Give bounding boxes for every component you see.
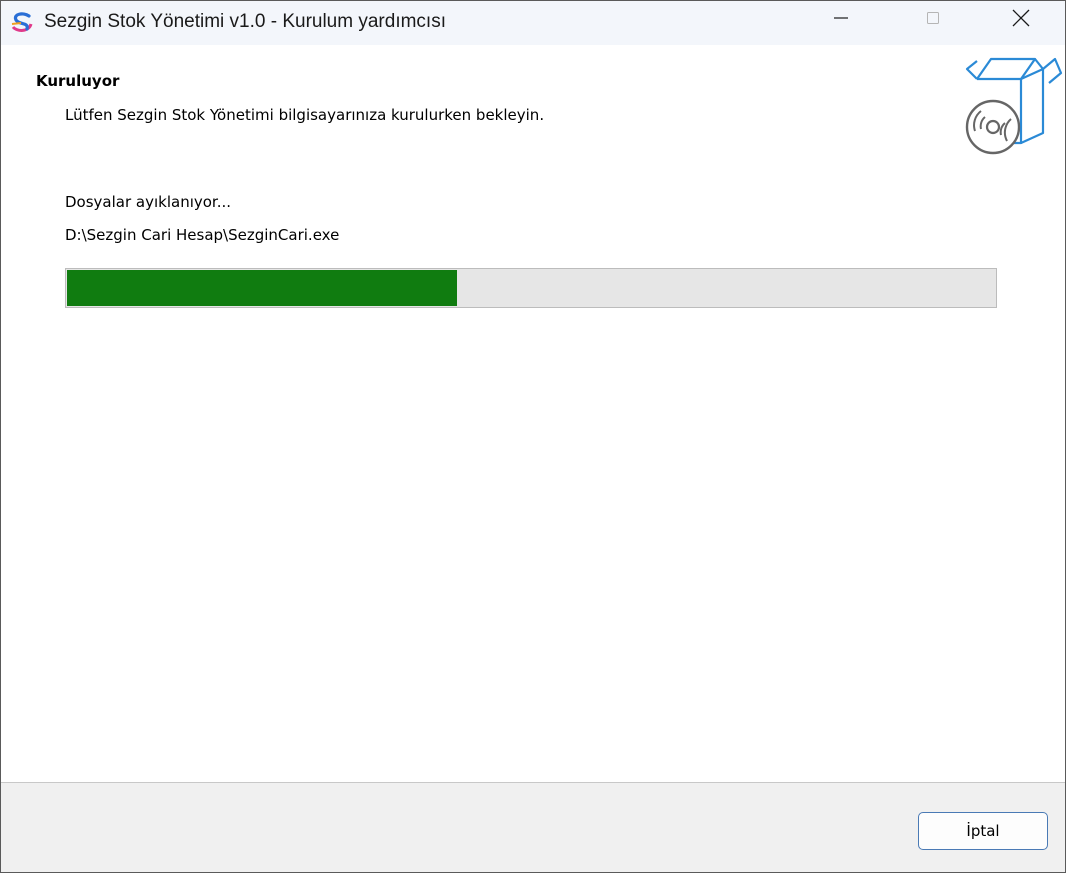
minimize-icon [831, 8, 851, 32]
maximize-icon [923, 8, 943, 32]
page-title: Kuruluyor [36, 72, 120, 90]
window-title: Sezgin Stok Yönetimi v1.0 - Kurulum yard… [44, 11, 446, 32]
progress-bar [65, 268, 997, 308]
setup-box-disc-icon [963, 55, 1063, 155]
app-logo-icon [9, 10, 35, 36]
maximize-button [893, 1, 973, 39]
page-subtitle: Lütfen Sezgin Stok Yönetimi bilgisayarın… [65, 106, 545, 124]
footer-bar: İptal [1, 782, 1065, 872]
current-file-path: D:\Sezgin Cari Hesap\SezginCari.exe [65, 226, 340, 244]
close-icon [1010, 7, 1032, 33]
cancel-button[interactable]: İptal [918, 812, 1048, 850]
minimize-button[interactable] [801, 1, 881, 39]
installer-window: Sezgin Stok Yönetimi v1.0 - Kurulum yard… [0, 0, 1066, 873]
title-bar[interactable]: Sezgin Stok Yönetimi v1.0 - Kurulum yard… [1, 1, 1065, 45]
close-button[interactable] [981, 1, 1061, 39]
status-text: Dosyalar ayıklanıyor... [65, 193, 232, 211]
progress-fill [67, 270, 457, 306]
